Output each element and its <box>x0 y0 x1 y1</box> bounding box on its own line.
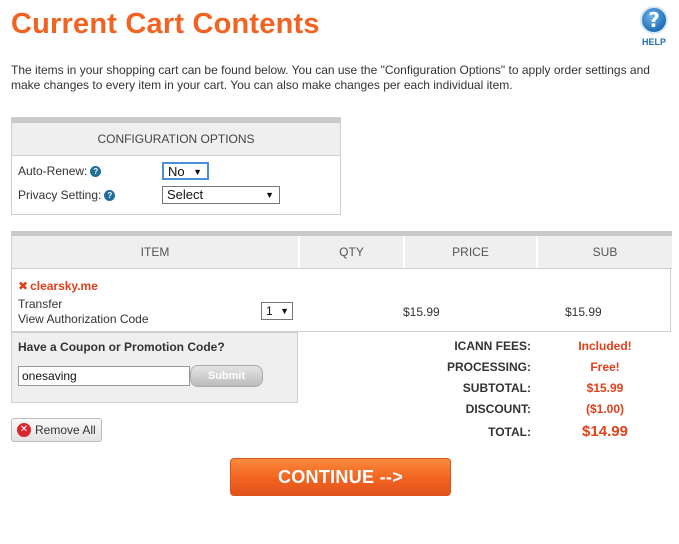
privacy-setting-row: Privacy Setting:? <box>18 188 116 202</box>
column-header-item: ITEM <box>12 236 300 268</box>
domain-name: clearsky.me <box>30 279 98 293</box>
dropdown-arrow-icon: ▼ <box>193 167 202 177</box>
question-icon[interactable]: ? <box>90 166 102 177</box>
remove-item-icon[interactable]: ✖ <box>18 279 28 293</box>
processing-value: Free! <box>590 360 620 374</box>
help-label: HELP <box>641 37 666 47</box>
cart-table-header: ITEM QTY PRICE SUB <box>12 231 672 269</box>
remove-icon: ✕ <box>17 423 31 437</box>
configuration-options-header: CONFIGURATION OPTIONS <box>12 118 340 156</box>
question-icon[interactable]: ? <box>104 190 116 201</box>
column-header-sub: SUB <box>592 245 618 259</box>
view-authorization-code-link[interactable]: View Authorization Code <box>18 312 149 326</box>
subtotal-label: SUBTOTAL: <box>462 381 531 395</box>
column-header-price: PRICE <box>405 236 538 268</box>
privacy-setting-select[interactable]: Select ▼ <box>162 186 280 204</box>
quantity-select[interactable]: 1 ▼ <box>261 302 293 320</box>
dropdown-arrow-icon: ▼ <box>280 306 289 316</box>
continue-button[interactable]: CONTINUE --> <box>230 458 451 496</box>
cart-item-domain[interactable]: ✖ clearsky.me <box>18 279 98 293</box>
processing-label: PROCESSING: <box>446 360 531 374</box>
cart-item-type: Transfer <box>18 297 63 311</box>
privacy-setting-label: Privacy Setting: <box>18 188 102 202</box>
subtotal-value: $15.99 <box>586 381 624 395</box>
coupon-title: Have a Coupon or Promotion Code? <box>18 340 225 354</box>
auto-renew-label: Auto-Renew: <box>18 164 88 178</box>
column-header-qty: QTY <box>300 236 405 268</box>
coupon-submit-button[interactable]: Submit <box>190 365 263 387</box>
cart-table: ITEM QTY PRICE SUB ✖ clearsky.me Transfer… <box>11 231 672 332</box>
total-value: $14.99 <box>582 423 628 440</box>
coupon-panel: Have a Coupon or Promotion Code? onesavi… <box>11 332 298 403</box>
quantity-value: 1 <box>266 304 273 318</box>
dropdown-arrow-icon: ▼ <box>265 190 274 200</box>
discount-label: DISCOUNT: <box>465 402 531 416</box>
icann-fees-value: Included! <box>578 339 632 353</box>
icann-fees-label: ICANN FEES: <box>454 339 531 353</box>
item-price: $15.99 <box>403 305 440 319</box>
auto-renew-value: No <box>168 164 185 179</box>
auto-renew-select[interactable]: No ▼ <box>162 162 209 180</box>
configuration-options-panel: CONFIGURATION OPTIONS Auto-Renew:? No ▼ … <box>11 117 341 215</box>
help-button[interactable]: ? HELP <box>638 6 670 47</box>
item-subtotal: $15.99 <box>565 305 602 319</box>
remove-all-button[interactable]: ✕ Remove All <box>11 418 102 442</box>
auto-renew-row: Auto-Renew:? <box>18 164 102 178</box>
privacy-setting-value: Select <box>167 187 204 202</box>
discount-value: ($1.00) <box>585 402 625 416</box>
intro-text: The items in your shopping cart can be f… <box>11 63 650 92</box>
remove-all-label: Remove All <box>35 423 96 437</box>
page-title: Current Cart Contents <box>11 8 320 40</box>
coupon-code-input[interactable]: onesaving <box>18 366 190 386</box>
help-icon: ? <box>640 6 668 34</box>
total-label: TOTAL: <box>488 425 531 439</box>
